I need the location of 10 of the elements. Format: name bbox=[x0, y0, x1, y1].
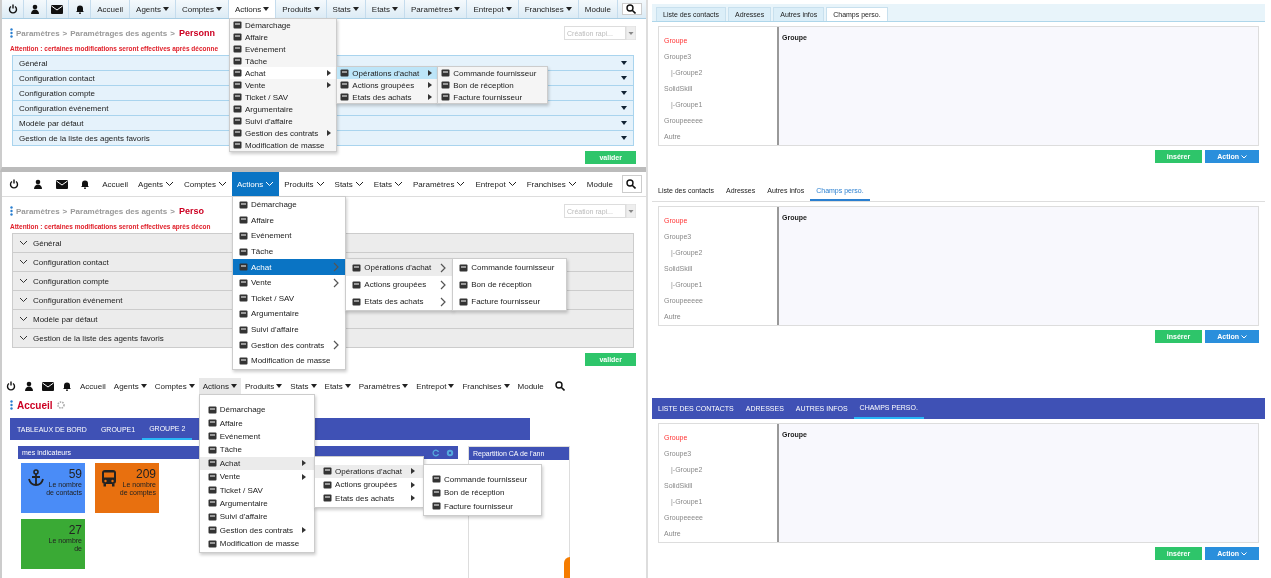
page-title: Accueil bbox=[17, 399, 53, 411]
breadcrumb-item: Personn bbox=[177, 28, 215, 38]
indicator-value: 27 bbox=[68, 523, 82, 537]
breadcrumb-item: Perso bbox=[177, 206, 204, 216]
indicator-value: 209 bbox=[135, 467, 156, 481]
breadcrumb-separator: > bbox=[170, 28, 175, 38]
indicator-value: 59 bbox=[68, 467, 82, 481]
breadcrumb-separator: > bbox=[62, 206, 68, 216]
breadcrumb-separator: > bbox=[62, 28, 68, 38]
breadcrumb-separator: > bbox=[170, 206, 175, 216]
